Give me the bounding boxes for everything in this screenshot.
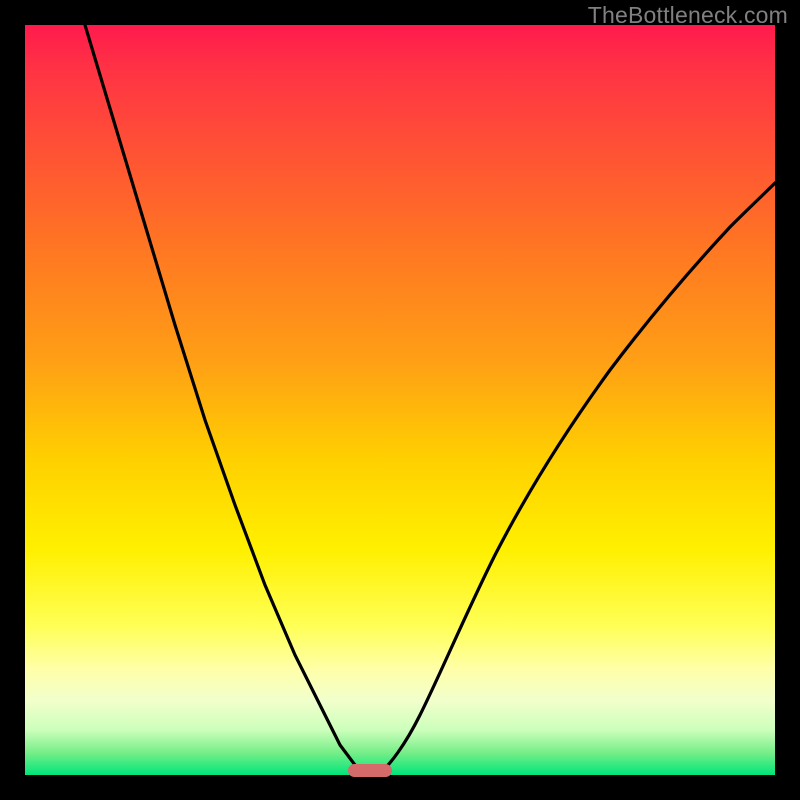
curve-right-branch bbox=[378, 183, 775, 775]
chart-plot-area bbox=[25, 25, 775, 775]
curve-left-branch bbox=[85, 25, 363, 775]
bottleneck-marker bbox=[348, 764, 392, 777]
bottleneck-curve bbox=[25, 25, 775, 775]
watermark-text: TheBottleneck.com bbox=[588, 2, 788, 29]
